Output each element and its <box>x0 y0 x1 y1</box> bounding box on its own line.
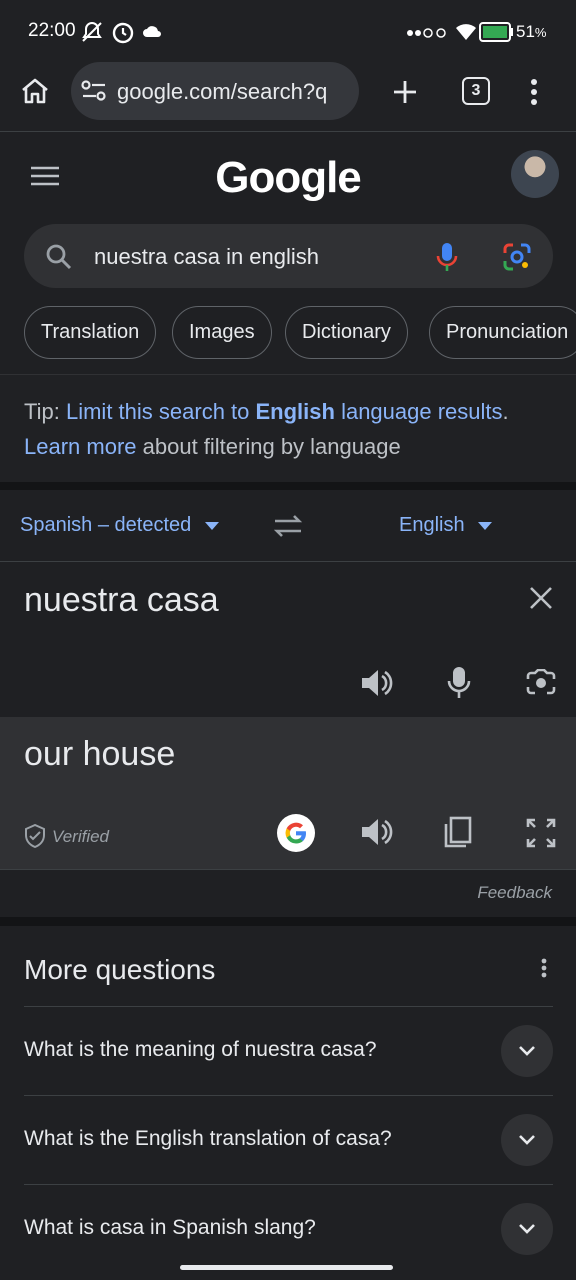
question-row[interactable]: What is the meaning of nuestra casa? <box>24 1006 553 1095</box>
limit-language-link-bold[interactable]: English <box>256 399 335 424</box>
chevron-down-icon <box>519 1135 535 1145</box>
tip-period: . <box>502 399 509 424</box>
limit-language-link-a[interactable]: Limit this search to <box>66 399 256 424</box>
chip-dictionary[interactable]: Dictionary <box>285 306 408 359</box>
chip-pronunciation[interactable]: Pronunciation <box>429 306 576 359</box>
expand-button[interactable] <box>501 1203 553 1255</box>
chevron-down-icon <box>204 521 219 530</box>
gesture-home-bar[interactable] <box>180 1265 393 1270</box>
lens-icon[interactable] <box>503 243 531 271</box>
translate-language-row: Spanish – detected English <box>0 490 576 562</box>
learn-more-link[interactable]: Learn more <box>24 434 137 459</box>
address-bar[interactable]: google.com/search?q <box>71 62 359 120</box>
tip-rest: about filtering by language <box>136 434 401 459</box>
chevron-down-icon <box>519 1224 535 1234</box>
tip-line-1: Tip: Limit this search to English langua… <box>24 399 509 425</box>
limit-language-link-b[interactable]: language results <box>335 399 502 424</box>
source-text-input[interactable]: nuestra casa <box>24 581 219 620</box>
signal-dots-icon <box>406 27 450 39</box>
tab-switcher-button[interactable]: 3 <box>462 77 490 105</box>
source-language-select[interactable]: Spanish – detected <box>20 514 219 537</box>
cloud-icon <box>142 24 162 38</box>
url-text[interactable]: google.com/search?q <box>117 79 349 105</box>
browser-toolbar: google.com/search?q 3 <box>0 62 576 132</box>
google-header: Google nuestra casa in english Translati… <box>0 133 576 373</box>
divider <box>0 482 576 490</box>
swap-languages-icon[interactable] <box>273 514 303 538</box>
limit-language-link[interactable]: Limit this search to English language re… <box>66 399 503 424</box>
target-language-select[interactable]: English <box>399 514 493 537</box>
question-row[interactable]: What is casa in Spanish slang? <box>24 1184 553 1273</box>
new-tab-icon[interactable] <box>392 79 418 105</box>
voice-search-icon[interactable] <box>435 242 459 272</box>
copy-icon[interactable] <box>444 816 472 848</box>
question-text[interactable]: What is the meaning of nuestra casa? <box>24 1038 377 1062</box>
alarm-icon <box>110 19 136 45</box>
translated-text: our house <box>24 735 176 773</box>
section-title: More questions <box>24 954 216 985</box>
search-box[interactable]: nuestra casa in english <box>24 224 553 288</box>
source-language-label[interactable]: Spanish – detected <box>20 514 191 536</box>
google-g-icon[interactable] <box>277 814 315 852</box>
language-tip: Tip: Limit this search to English langua… <box>0 374 576 482</box>
tip-prefix: Tip: <box>24 399 66 424</box>
question-text[interactable]: What is casa in Spanish slang? <box>24 1216 316 1240</box>
battery-percent: 51% <box>516 22 546 42</box>
fullscreen-icon[interactable] <box>526 818 556 848</box>
feedback-row: Feedback <box>0 869 576 917</box>
source-text-panel: nuestra casa <box>0 563 576 717</box>
verified-shield-icon <box>24 824 46 848</box>
expand-button[interactable] <box>501 1025 553 1077</box>
target-language-label[interactable]: English <box>399 514 465 536</box>
search-input[interactable]: nuestra casa in english <box>94 244 319 270</box>
home-icon[interactable] <box>20 77 50 105</box>
expand-button[interactable] <box>501 1114 553 1166</box>
chip-images[interactable]: Images <box>172 306 272 359</box>
clear-icon[interactable] <box>529 586 553 610</box>
listen-source-icon[interactable] <box>361 669 393 697</box>
more-options-icon[interactable] <box>530 78 538 106</box>
microphone-icon[interactable] <box>447 666 471 700</box>
question-text[interactable]: What is the English translation of casa? <box>24 1127 392 1151</box>
search-icon <box>46 244 72 270</box>
translation-panel: our house Verified <box>0 717 576 869</box>
battery-icon <box>479 22 513 42</box>
more-options-icon[interactable] <box>541 958 547 978</box>
camera-icon[interactable] <box>526 669 556 697</box>
wifi-icon <box>454 22 478 42</box>
feedback-link[interactable]: Feedback <box>477 883 552 903</box>
chip-translation[interactable]: Translation <box>24 306 157 359</box>
chevron-down-icon <box>478 521 493 530</box>
battery-unit: % <box>534 25 547 40</box>
divider <box>0 917 576 926</box>
status-bar: 22:00 51% <box>0 0 576 62</box>
question-row[interactable]: What is the English translation of casa? <box>24 1095 553 1184</box>
chevron-down-icon <box>519 1046 535 1056</box>
battery-value: 51 <box>516 22 535 41</box>
more-questions-section: More questions What is the meaning of nu… <box>0 926 576 1280</box>
site-settings-icon[interactable] <box>81 79 107 103</box>
avatar[interactable] <box>511 150 559 198</box>
google-logo[interactable]: Google <box>0 153 576 203</box>
status-time: 22:00 <box>28 20 76 41</box>
muted-bell-icon <box>80 20 104 44</box>
verified-label: Verified <box>52 827 110 846</box>
tip-line-2: Learn more about filtering by language <box>24 434 401 460</box>
listen-translation-icon[interactable] <box>361 818 393 846</box>
